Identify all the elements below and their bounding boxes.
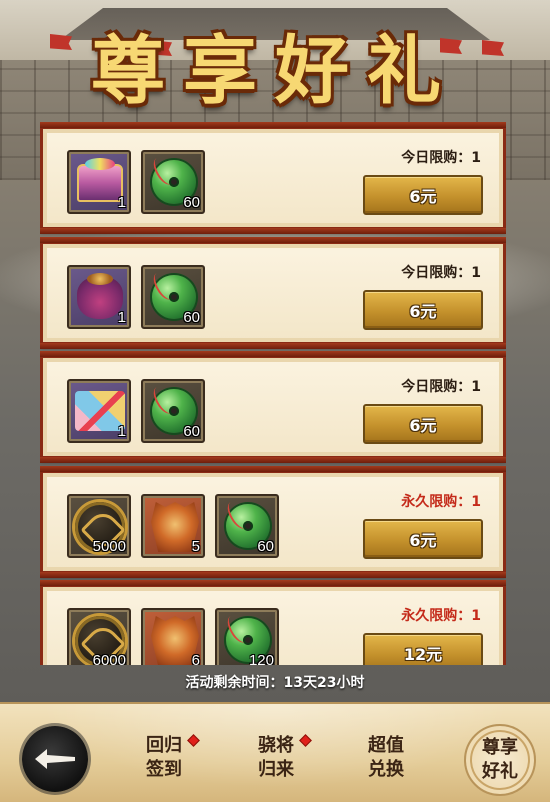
item-quantity: 1 bbox=[117, 309, 126, 326]
page-title: 尊享好礼 bbox=[91, 27, 459, 114]
treasure-bag-icon bbox=[77, 273, 123, 319]
gift-items: 6000 6 120 bbox=[67, 608, 279, 665]
gift-card: 1 60 今日限购：1 6元 bbox=[40, 351, 506, 463]
item-slot[interactable]: 60 bbox=[215, 494, 279, 558]
gift-card: 1 60 今日限购：1 6元 bbox=[40, 122, 506, 234]
item-slot[interactable]: 60 bbox=[141, 379, 205, 443]
gift-card: 5000 5 60 永久限购：1 6元 bbox=[40, 466, 506, 578]
purchase-limit: 今日限购：1 bbox=[401, 265, 481, 281]
item-quantity: 60 bbox=[183, 309, 200, 326]
item-slot[interactable]: 120 bbox=[215, 608, 279, 665]
nav-value-exchange-line1: 超值 bbox=[368, 735, 404, 756]
item-slot[interactable]: 5 bbox=[141, 494, 205, 558]
item-slot[interactable]: 60 bbox=[141, 150, 205, 214]
item-quantity: 5 bbox=[191, 538, 200, 555]
gift-items: 1 60 bbox=[67, 379, 205, 443]
purchase-limit: 今日限购：1 bbox=[401, 379, 481, 395]
event-timer: 活动剩余时间：13天23小时 bbox=[185, 675, 365, 691]
item-quantity: 1 bbox=[117, 194, 126, 211]
bottom-nav: 回归 签到 骁将 归来 超值 兑换 尊享 好礼 bbox=[0, 702, 550, 802]
buy-button[interactable]: 12元 bbox=[363, 633, 483, 665]
item-quantity: 120 bbox=[248, 652, 274, 665]
item-slot[interactable]: 5000 bbox=[67, 494, 131, 558]
item-quantity: 1 bbox=[117, 423, 126, 440]
item-quantity: 60 bbox=[183, 423, 200, 440]
gift-card: 1 60 今日限购：1 6元 bbox=[40, 237, 506, 349]
item-quantity: 6000 bbox=[92, 652, 126, 665]
gift-items: 1 60 bbox=[67, 265, 205, 329]
nav-general-return[interactable]: 骁将 归来 bbox=[246, 734, 312, 786]
nav-return-checkin-line1: 回归 bbox=[146, 735, 182, 756]
item-quantity: 6 bbox=[191, 652, 200, 665]
back-arrow-icon bbox=[35, 749, 75, 769]
gift-items: 5000 5 60 bbox=[67, 494, 279, 558]
item-quantity: 60 bbox=[183, 194, 200, 211]
nav-premium-gifts[interactable]: 尊享 好礼 bbox=[464, 724, 536, 796]
gift-list[interactable]: 1 60 今日限购：1 6元 1 60 今日限购：1 6元 1 60 今日限购：1 6元 5000 5 60… bbox=[40, 120, 506, 665]
item-slot[interactable]: 6000 bbox=[67, 608, 131, 665]
item-quantity: 5000 bbox=[92, 538, 126, 555]
purchase-limit: 永久限购：1 bbox=[401, 494, 481, 510]
item-slot[interactable]: 1 bbox=[67, 265, 131, 329]
nav-return-checkin-line2: 签到 bbox=[146, 759, 182, 780]
item-slot[interactable]: 60 bbox=[141, 265, 205, 329]
buy-button[interactable]: 6元 bbox=[363, 404, 483, 444]
nav-value-exchange-line2: 兑换 bbox=[368, 759, 404, 780]
nav-premium-gifts-line1: 尊享 bbox=[482, 737, 518, 758]
nav-return-checkin[interactable]: 回归 签到 bbox=[134, 734, 200, 786]
gift-card: 6000 6 120 永久限购：1 12元 bbox=[40, 580, 506, 665]
purchase-limit: 今日限购：1 bbox=[401, 150, 481, 166]
buy-button[interactable]: 6元 bbox=[363, 290, 483, 330]
treasure-chest-icon bbox=[77, 158, 123, 202]
item-slot[interactable]: 1 bbox=[67, 150, 131, 214]
back-button[interactable] bbox=[22, 726, 88, 792]
nav-premium-gifts-line2: 好礼 bbox=[482, 761, 518, 782]
buy-button[interactable]: 6元 bbox=[363, 175, 483, 215]
nav-general-return-line2: 归来 bbox=[258, 759, 294, 780]
nav-value-exchange[interactable]: 超值 兑换 bbox=[356, 734, 416, 786]
item-slot[interactable]: 1 bbox=[67, 379, 131, 443]
gift-items: 1 60 bbox=[67, 150, 205, 214]
purchase-limit: 永久限购：1 bbox=[401, 608, 481, 624]
nav-general-return-line1: 骁将 bbox=[258, 735, 294, 756]
buy-button[interactable]: 6元 bbox=[363, 519, 483, 559]
item-quantity: 60 bbox=[257, 538, 274, 555]
item-slot[interactable]: 6 bbox=[141, 608, 205, 665]
